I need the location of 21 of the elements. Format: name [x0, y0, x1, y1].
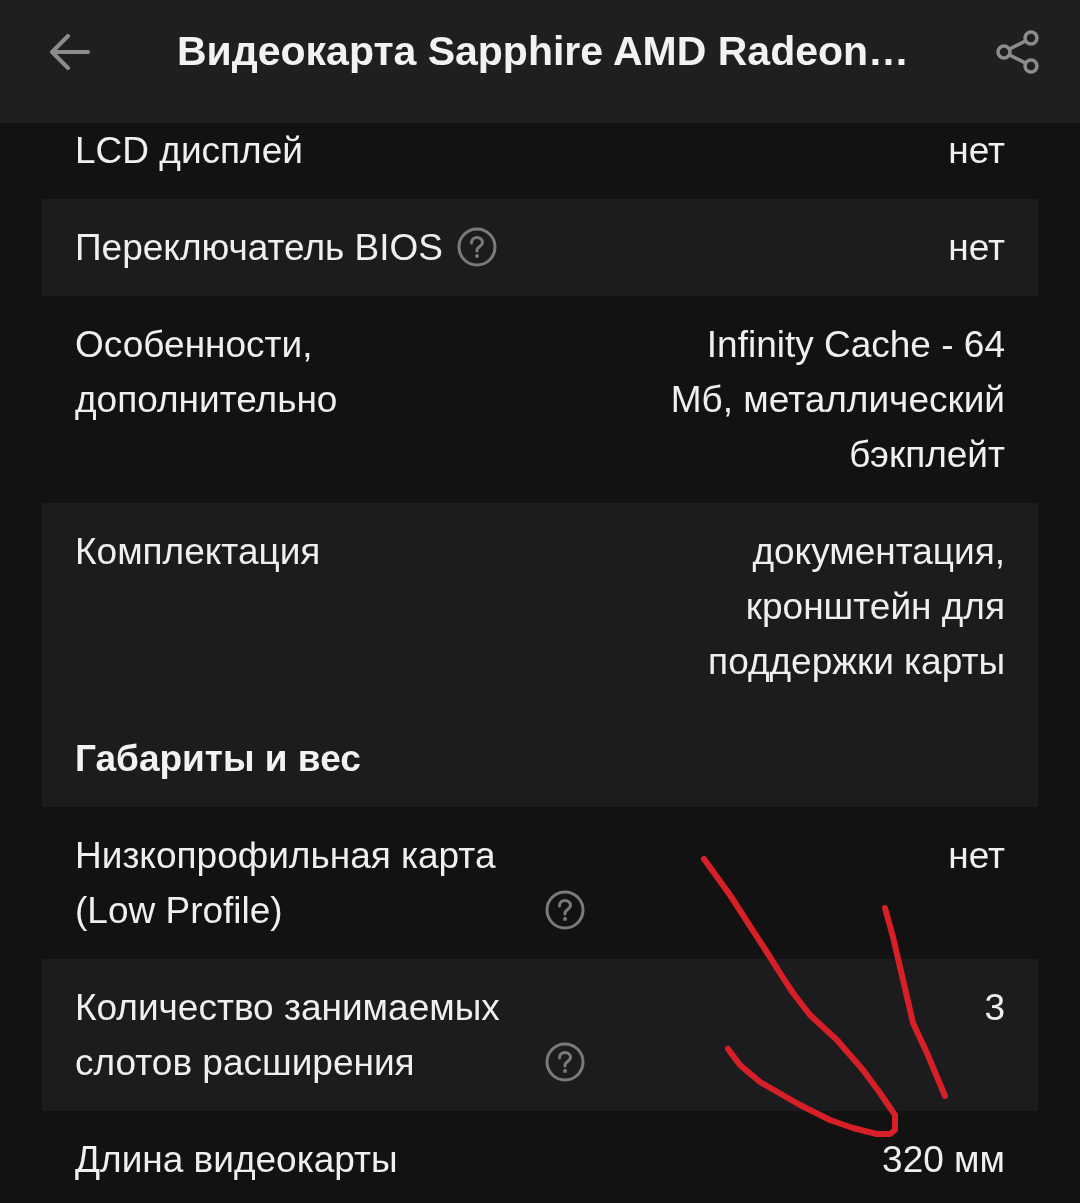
spec-label: Переключатель BIOS	[75, 226, 443, 270]
spec-value: 320 мм	[881, 1138, 1005, 1182]
spec-value: документация, кронштейн для поддержки карты	[707, 530, 1005, 684]
spec-label: Комплектация	[75, 530, 321, 574]
spec-value: нет	[947, 226, 1005, 270]
page-title: Видеокарта Sapphire AMD Radeon…	[175, 28, 911, 75]
spec-label: Количество занимаемых слотов расширения	[75, 986, 501, 1085]
help-icon[interactable]	[545, 890, 585, 930]
arrow-left-icon	[48, 33, 90, 70]
help-icon[interactable]	[545, 1042, 585, 1082]
spec-label: Особенности, дополнительно	[75, 323, 339, 422]
spec-label: Длина видеокарты	[75, 1138, 398, 1182]
spec-value: нет	[947, 834, 1005, 878]
share-icon	[996, 29, 1040, 74]
spec-value: нет	[947, 129, 1005, 173]
spec-value: 3	[983, 986, 1005, 1030]
spec-label: LCD дисплей	[75, 129, 303, 173]
spec-label: Низкопрофильная карта (Low Profile)	[75, 834, 497, 933]
section-title: Габариты и вес	[75, 737, 361, 781]
help-icon[interactable]	[456, 227, 497, 267]
spec-value: Infinity Cache - 64 Мб, металлический бэкплейт	[669, 323, 1005, 477]
